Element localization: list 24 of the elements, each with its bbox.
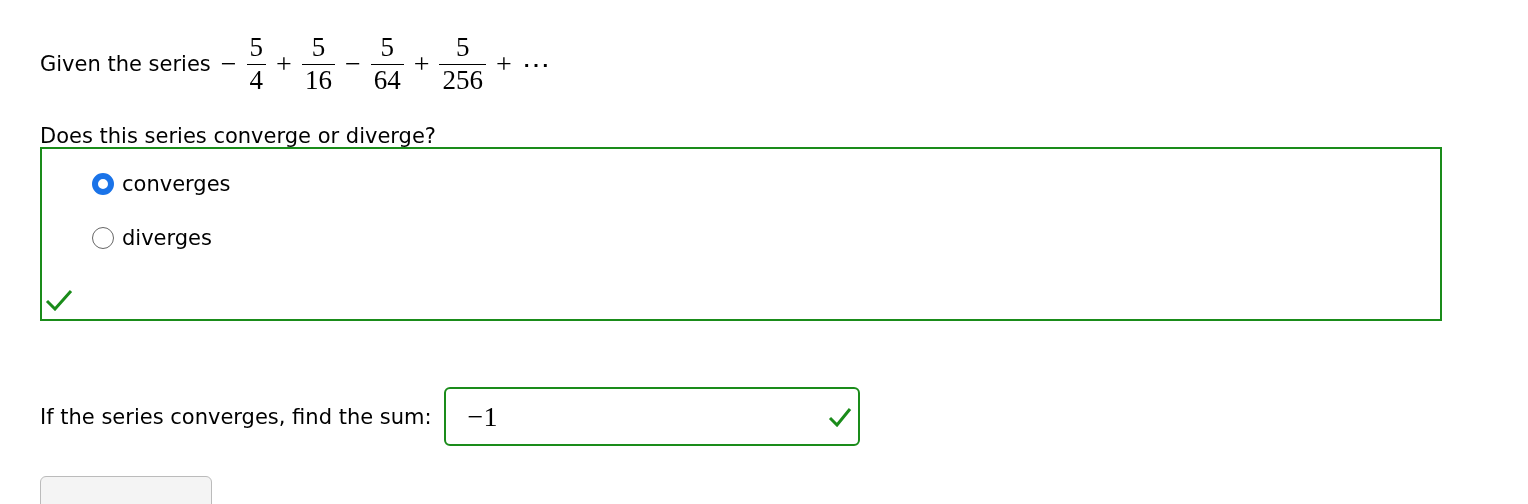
fraction-denominator: 64 — [372, 64, 402, 96]
sum-label: If the series converges, find the sum: — [40, 404, 432, 429]
radio-button[interactable] — [92, 173, 114, 195]
fraction-numerator: 5 — [454, 32, 471, 64]
operator: + — [413, 48, 430, 80]
fraction-denominator: 256 — [441, 64, 484, 96]
fraction-numerator: 5 — [310, 32, 327, 64]
option-label[interactable]: converges — [122, 172, 231, 196]
fraction-denominator: 4 — [248, 64, 265, 96]
option-label[interactable]: diverges — [122, 226, 212, 250]
fraction-numerator: 5 — [379, 32, 395, 64]
fraction-denominator: 16 — [303, 64, 333, 96]
operator: − — [220, 48, 237, 80]
series-label: Given the series — [40, 52, 211, 76]
checkmark-icon — [827, 406, 852, 427]
checkmark-icon — [45, 289, 73, 311]
fraction-numerator: 5 — [248, 32, 265, 64]
ellipsis: ⋯ — [521, 47, 550, 81]
answer-field[interactable]: −1 — [443, 387, 860, 446]
operator: + — [495, 48, 512, 80]
operator: + — [276, 48, 292, 80]
radio-button[interactable] — [92, 227, 114, 249]
operator: − — [344, 48, 361, 80]
question-text: Does this series converge or diverge? — [40, 126, 437, 147]
